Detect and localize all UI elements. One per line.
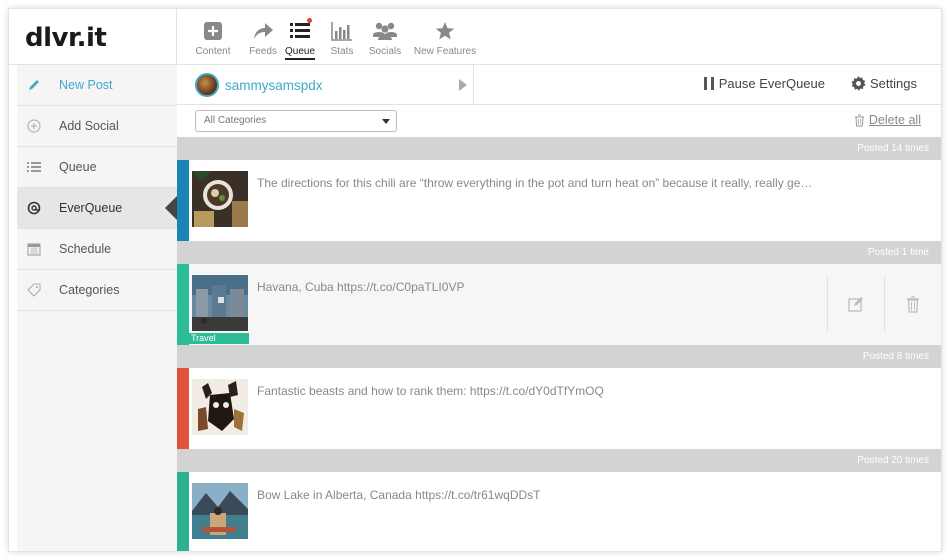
chevron-right-icon[interactable] (459, 79, 467, 91)
queue-post[interactable]: Travel Havana, Cuba https://t.co/C0paTLI… (177, 264, 941, 345)
trash-icon (906, 295, 920, 313)
post-thumbnail (192, 379, 248, 435)
post-count-bar: Posted 20 times (177, 449, 941, 472)
delete-post-button[interactable] (884, 276, 941, 332)
post-count-bar: Posted 1 time (177, 241, 941, 264)
post-text: The directions for this chili are “throw… (257, 176, 813, 190)
account-selector[interactable]: sammysamspdx (195, 73, 323, 97)
tab-stats[interactable]: Stats (327, 21, 357, 57)
pause-icon (703, 77, 714, 90)
tab-label: Queue (284, 46, 316, 60)
plus-circle-icon (25, 117, 43, 135)
logo[interactable]: dlvr.it (9, 9, 176, 65)
notification-dot (307, 18, 312, 23)
sidebar-item-label: Categories (59, 283, 120, 297)
tab-label: Stats (330, 46, 354, 57)
filter-row: All Categories Delete all (177, 105, 941, 137)
queue-post[interactable]: The directions for this chili are “throw… (177, 160, 941, 241)
sidebar-item-label: EverQueue (59, 201, 123, 215)
sidebar-item-everqueue[interactable]: EverQueue (17, 188, 178, 229)
sidebar-item-label: Queue (59, 160, 97, 174)
sidebar: dlvr.it New Post Add Social Queue EverQu… (9, 9, 178, 551)
tab-label: Content (195, 46, 231, 57)
settings-label: Settings (870, 76, 917, 91)
tab-content[interactable]: Content (195, 21, 231, 57)
sidebar-item-schedule[interactable]: Schedule (17, 229, 177, 270)
tab-new-features[interactable]: New Features (413, 21, 477, 57)
sidebar-item-add-social[interactable]: Add Social (17, 106, 177, 147)
gear-icon (851, 76, 866, 91)
post-actions (827, 276, 941, 332)
delete-all-link[interactable]: Delete all (854, 113, 921, 127)
sidebar-item-label: New Post (59, 78, 113, 92)
post-text: Bow Lake in Alberta, Canada https://t.co… (257, 488, 541, 502)
share-arrow-icon (245, 21, 281, 43)
top-toolbar: Content Feeds Queue Stats Socials New Fe… (177, 9, 941, 65)
sidebar-item-label: Add Social (59, 119, 119, 133)
tab-socials[interactable]: Socials (367, 21, 403, 57)
caret-down-icon (382, 119, 390, 124)
tab-label: Feeds (249, 46, 277, 57)
list-icon (288, 18, 312, 43)
edit-post-button[interactable] (827, 276, 884, 332)
edit-icon (848, 296, 864, 312)
everqueue-list: Posted 14 times The directions for this … (177, 137, 941, 551)
account-header: sammysamspdx Pause EverQueue Settings (177, 65, 941, 105)
category-select[interactable]: All Categories (195, 110, 397, 132)
avatar (195, 73, 219, 97)
post-thumbnail (192, 275, 248, 331)
category-tag: Travel (189, 333, 249, 344)
plus-box-icon (195, 21, 231, 43)
pause-everqueue-button[interactable]: Pause EverQueue (703, 76, 825, 91)
sidebar-nav: New Post Add Social Queue EverQueue Sche… (17, 65, 178, 551)
at-icon (25, 199, 43, 217)
queue-post[interactable]: Bow Lake in Alberta, Canada https://t.co… (177, 472, 941, 551)
sidebar-item-new-post[interactable]: New Post (17, 65, 177, 106)
tab-label: New Features (413, 46, 477, 57)
users-icon (367, 21, 403, 43)
divider (473, 65, 474, 105)
post-thumbnail (192, 171, 248, 227)
post-count-bar: Posted 14 times (177, 137, 941, 160)
pencil-icon (25, 76, 43, 94)
settings-button[interactable]: Settings (851, 76, 917, 91)
account-name: sammysamspdx (225, 77, 323, 93)
bar-chart-icon (327, 21, 357, 43)
sidebar-item-categories[interactable]: Categories (17, 270, 177, 311)
trash-icon (854, 114, 865, 127)
post-count-bar: Posted 8 times (177, 345, 941, 368)
calendar-icon (25, 240, 43, 258)
app-window: dlvr.it New Post Add Social Queue EverQu… (8, 8, 942, 552)
tab-feeds[interactable]: Feeds (245, 21, 281, 57)
sidebar-item-label: Schedule (59, 242, 112, 256)
star-icon (413, 21, 477, 43)
post-text: Havana, Cuba https://t.co/C0paTLI0VP (257, 280, 465, 294)
tab-label: Socials (368, 46, 402, 57)
pause-label: Pause EverQueue (718, 76, 825, 91)
post-text: Fantastic beasts and how to rank them: h… (257, 384, 604, 398)
queue-post[interactable]: Fantastic beasts and how to rank them: h… (177, 368, 941, 449)
list-icon (25, 158, 43, 176)
sidebar-item-queue[interactable]: Queue (17, 147, 177, 188)
tab-queue[interactable]: Queue (283, 18, 317, 60)
delete-all-label: Delete all (868, 113, 921, 127)
post-thumbnail (192, 483, 248, 539)
category-select-value: All Categories (204, 115, 267, 126)
tag-icon (25, 281, 43, 299)
